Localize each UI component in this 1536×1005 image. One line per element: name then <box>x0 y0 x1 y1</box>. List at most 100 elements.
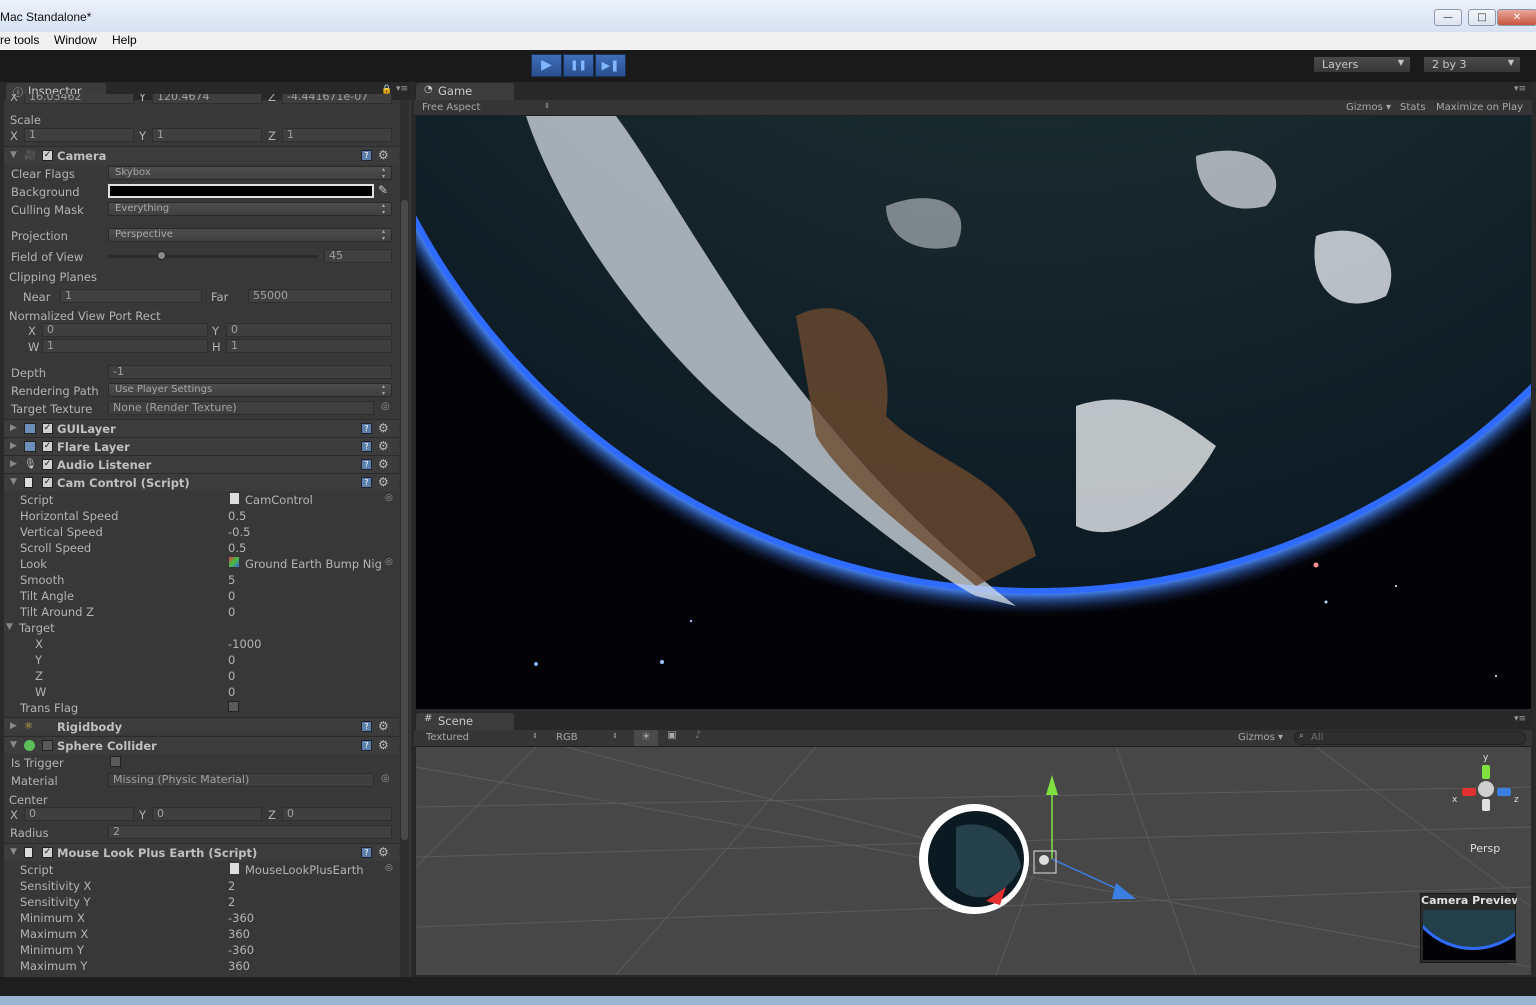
fold-open-icon[interactable]: ▼ <box>10 150 17 160</box>
play-button[interactable]: ▶ <box>531 54 562 77</box>
min-x-value[interactable]: -360 <box>228 911 254 925</box>
scale-y-field[interactable]: 1 <box>152 128 262 142</box>
step-button[interactable]: ▶❚ <box>595 54 626 77</box>
target-x-value[interactable]: -1000 <box>228 637 261 651</box>
scale-z-field[interactable]: 1 <box>282 128 392 142</box>
axis-z-cone[interactable] <box>1497 788 1511 796</box>
menu-item-window[interactable]: Window <box>54 33 97 47</box>
fov-slider-track[interactable] <box>108 255 318 258</box>
object-picker-icon[interactable]: ◎ <box>381 401 390 412</box>
cam-script-value[interactable]: CamControl <box>245 493 313 507</box>
fov-field[interactable]: 45 <box>324 249 392 263</box>
min-y-value[interactable]: -360 <box>228 943 254 957</box>
target-w-value[interactable]: 0 <box>228 685 235 699</box>
target-texture-field[interactable]: None (Render Texture) <box>108 401 374 415</box>
guilayer-component-header[interactable]: ▶ ✓ GUILayer ? ⚙ <box>4 419 399 437</box>
cam-control-enabled-checkbox[interactable]: ✓ <box>42 477 53 488</box>
clear-flags-dropdown[interactable]: Skybox <box>108 166 392 180</box>
layers-dropdown[interactable]: Layers ▼ <box>1313 56 1411 73</box>
target-y-value[interactable]: 0 <box>228 653 235 667</box>
pos-z-field[interactable]: -4.441671e-07 <box>282 94 392 104</box>
sphere-collider-component-header[interactable]: ▼ ✓ Sphere Collider ? ⚙ <box>4 736 399 754</box>
vspeed-value[interactable]: -0.5 <box>228 525 250 539</box>
axis-y-cone[interactable] <box>1482 765 1490 779</box>
sens-y-value[interactable]: 2 <box>228 895 235 909</box>
audio-listener-enabled-checkbox[interactable]: ✓ <box>42 459 53 470</box>
hspeed-value[interactable]: 0.5 <box>228 509 246 523</box>
camera-enabled-checkbox[interactable]: ✓ <box>42 150 53 161</box>
persp-label[interactable]: Persp <box>1470 842 1500 855</box>
object-picker-icon[interactable]: ◎ <box>381 773 390 784</box>
axis-x-cone[interactable] <box>1462 788 1476 796</box>
help-icon[interactable]: ? <box>361 459 372 470</box>
pause-button[interactable]: ❚❚ <box>563 54 594 77</box>
gear-icon[interactable]: ⚙ <box>378 148 389 162</box>
object-picker-icon[interactable]: ◎ <box>385 493 393 503</box>
near-field[interactable]: 1 <box>60 289 202 303</box>
culling-mask-dropdown[interactable]: Everything <box>108 202 392 216</box>
minimize-button[interactable]: — <box>1434 9 1462 26</box>
rendering-path-dropdown[interactable]: Use Player Settings <box>108 383 392 397</box>
flare-layer-component-header[interactable]: ▶ ✓ Flare Layer ? ⚙ <box>4 437 399 455</box>
cam-control-component-header[interactable]: ▼ ✓ Cam Control (Script) ? ⚙ <box>4 473 399 491</box>
mouselook-component-header[interactable]: ▼ ✓ Mouse Look Plus Earth (Script) ? ⚙ <box>4 843 399 861</box>
vp-y-field[interactable]: 0 <box>226 323 392 337</box>
gear-icon[interactable]: ⚙ <box>378 457 389 471</box>
object-picker-icon[interactable]: ◎ <box>385 863 393 873</box>
layout-dropdown[interactable]: 2 by 3 ▼ <box>1423 56 1521 73</box>
scene-gizmos-dropdown[interactable]: Gizmos ▾ <box>1238 732 1283 743</box>
fov-slider-handle[interactable] <box>157 251 166 260</box>
vp-w-field[interactable]: 1 <box>42 339 208 353</box>
help-icon[interactable]: ? <box>361 740 372 751</box>
look-value[interactable]: Ground Earth Bump Nig <box>245 557 382 571</box>
rigidbody-component-header[interactable]: ▶ ⚛ Rigidbody ? ⚙ <box>4 717 399 735</box>
axis-negy-cone[interactable] <box>1482 799 1490 811</box>
gear-icon[interactable]: ⚙ <box>378 719 389 733</box>
fold-open-icon[interactable]: ▼ <box>6 622 13 632</box>
is-trigger-checkbox[interactable] <box>110 756 121 767</box>
scroll-speed-value[interactable]: 0.5 <box>228 541 246 555</box>
pos-x-field[interactable]: 16.03462 <box>24 94 134 104</box>
fold-closed-icon[interactable]: ▶ <box>10 423 17 433</box>
help-icon[interactable]: ? <box>361 150 372 161</box>
gizmos-dropdown[interactable]: Gizmos ▾ <box>1346 102 1391 113</box>
maximize-on-play-button[interactable]: Maximize on Play <box>1436 102 1523 113</box>
center-z-field[interactable]: 0 <box>282 807 392 821</box>
scale-x-field[interactable]: 1 <box>24 128 134 142</box>
panel-menu-icon[interactable]: ▾≡ <box>396 84 408 94</box>
smooth-value[interactable]: 5 <box>228 573 235 587</box>
maximize-button[interactable]: □ <box>1468 9 1496 26</box>
eyedropper-icon[interactable]: ✎ <box>378 183 388 197</box>
menu-item-help[interactable]: Help <box>112 33 137 47</box>
help-icon[interactable]: ? <box>361 441 372 452</box>
fold-open-icon[interactable]: ▼ <box>10 847 17 857</box>
mouselook-enabled-checkbox[interactable]: ✓ <box>42 847 53 858</box>
render-mode-dropdown[interactable]: Textured ⇕ <box>426 732 538 743</box>
tilt-angle-value[interactable]: 0 <box>228 589 235 603</box>
close-button[interactable]: ✕ <box>1497 9 1536 26</box>
max-x-value[interactable]: 360 <box>228 927 250 941</box>
gear-icon[interactable]: ⚙ <box>378 421 389 435</box>
scene-lighting-icon[interactable]: ☀ <box>634 730 658 746</box>
help-icon[interactable]: ? <box>361 477 372 488</box>
pos-y-field[interactable]: 120.4674 <box>152 94 262 104</box>
panel-menu-icon[interactable]: ▾≡ <box>1514 714 1526 724</box>
tilt-z-value[interactable]: 0 <box>228 605 235 619</box>
scene-search-input[interactable]: ⌕ All <box>1294 731 1526 745</box>
projection-dropdown[interactable]: Perspective <box>108 228 392 242</box>
vp-h-field[interactable]: 1 <box>226 339 392 353</box>
scene-image-icon[interactable]: ▣ <box>662 730 682 746</box>
target-z-value[interactable]: 0 <box>228 669 235 683</box>
fold-closed-icon[interactable]: ▶ <box>10 721 17 731</box>
gear-icon[interactable]: ⚙ <box>378 475 389 489</box>
aspect-dropdown[interactable]: Free Aspect ⇕ <box>422 102 550 113</box>
scene-viewport[interactable]: y x z Persp Camera Preview <box>416 747 1531 975</box>
center-x-field[interactable]: 0 <box>24 807 134 821</box>
color-mode-dropdown[interactable]: RGB ⇕ <box>556 732 618 743</box>
fold-open-icon[interactable]: ▼ <box>10 740 17 750</box>
gear-icon[interactable]: ⚙ <box>378 439 389 453</box>
tab-scene[interactable]: # Scene <box>416 713 514 730</box>
menu-item-tools[interactable]: re tools <box>0 33 39 47</box>
object-picker-icon[interactable]: ◎ <box>385 557 393 567</box>
scene-orientation-gizmo[interactable]: y x z <box>1452 753 1519 825</box>
